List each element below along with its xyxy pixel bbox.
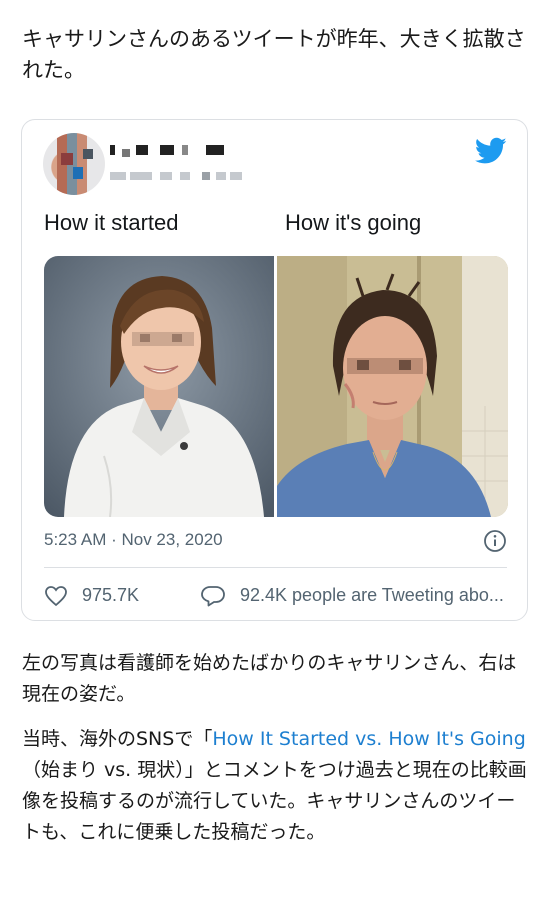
like-count[interactable]: 975.7K (82, 585, 139, 606)
speech-bubble-icon[interactable] (200, 584, 226, 608)
para2-text-after: （始まり vs. 現状）」とコメントをつけ過去と現在の比較画像を投稿するのが流行… (22, 759, 527, 843)
photo-how-its-going[interactable] (277, 256, 508, 517)
avatar[interactable] (43, 133, 105, 195)
article-paragraph-1: 左の写真は看護師を始めたばかりのキャサリンさん、右は現在の姿だ。 (22, 652, 517, 705)
display-name-redacted[interactable] (110, 145, 250, 157)
tweet-actions: 975.7K 92.4K people are Tweeting abo... (44, 582, 509, 612)
para2-text-before: 当時、海外のSNSで「 (22, 728, 213, 750)
handle-redacted[interactable] (110, 172, 250, 182)
photo-how-it-started[interactable] (44, 256, 274, 517)
heart-icon[interactable] (44, 584, 68, 608)
tweet-text-right: How it's going (285, 210, 422, 235)
article-paragraph-2: 当時、海外のSNSで「How It Started vs. How It's G… (22, 724, 527, 848)
divider (44, 567, 507, 568)
tweet-text-left: How it started (44, 210, 179, 235)
tweet-media[interactable] (44, 256, 508, 517)
tweeting-count[interactable]: 92.4K people are Tweeting abo... (240, 585, 530, 606)
info-icon[interactable] (483, 529, 507, 553)
hashtag-link[interactable]: How It Started vs. How It's Going (212, 728, 525, 750)
tweet-timestamp[interactable]: 5:23 AM · Nov 23, 2020 (44, 530, 223, 550)
embedded-tweet-card[interactable]: How it started How it's going 5:23 AM · … (21, 119, 528, 621)
twitter-bird-icon[interactable] (475, 137, 507, 165)
article-lead: キャサリンさんのあるツイートが昨年、大きく拡散された。 (22, 27, 526, 82)
